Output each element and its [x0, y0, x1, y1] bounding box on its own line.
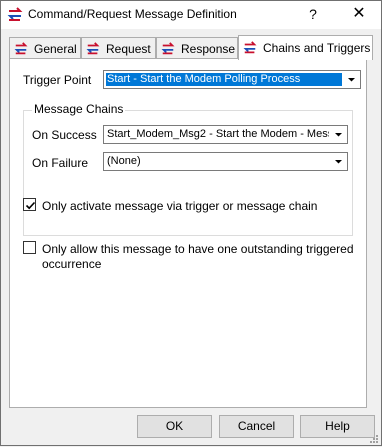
tab-panel: Trigger Point Start - Start the Modem Po…	[9, 58, 367, 408]
dialog-window: Command/Request Message Definition ? ✕ G…	[0, 0, 382, 446]
tab-chains-and-triggers[interactable]: Chains and Triggers	[238, 35, 373, 60]
title-bar[interactable]: Command/Request Message Definition ? ✕	[1, 1, 381, 29]
on-success-label: On Success	[32, 128, 97, 142]
tab-strip: General Request Response Chains and Trig…	[9, 35, 373, 60]
one-outstanding-label[interactable]: Only allow this message to have one outs…	[42, 242, 354, 256]
close-button[interactable]: ✕	[337, 1, 381, 29]
resize-grip-icon[interactable]	[369, 433, 379, 443]
button-bar: OK Cancel Help	[1, 409, 381, 445]
tab-label: Chains and Triggers	[263, 41, 371, 55]
message-icon	[161, 42, 175, 56]
tab-general[interactable]: General	[9, 37, 81, 59]
chevron-down-icon[interactable]	[331, 154, 346, 169]
on-failure-label: On Failure	[32, 156, 89, 170]
tab-response[interactable]: Response	[156, 37, 238, 59]
on-success-value: Start_Modem_Msg2 - Start the Modem - Mes…	[107, 128, 329, 140]
trigger-point-select[interactable]: Start - Start the Modem Polling Process	[103, 70, 361, 89]
message-icon	[7, 7, 23, 23]
cancel-button[interactable]: Cancel	[219, 415, 294, 438]
help-title-button[interactable]: ?	[291, 1, 335, 29]
on-success-select[interactable]: Start_Modem_Msg2 - Start the Modem - Mes…	[103, 125, 348, 144]
tab-request[interactable]: Request	[81, 37, 156, 59]
tab-label: Request	[106, 42, 151, 56]
only-activate-label[interactable]: Only activate message via trigger or mes…	[42, 199, 317, 213]
on-failure-value: (None)	[107, 155, 141, 167]
trigger-point-label: Trigger Point	[23, 73, 92, 87]
chevron-down-icon[interactable]	[331, 127, 346, 142]
message-icon	[243, 41, 257, 55]
tab-label: General	[34, 42, 77, 56]
trigger-point-value: Start - Start the Modem Polling Process	[106, 73, 342, 86]
help-button[interactable]: Help	[300, 415, 375, 438]
ok-button[interactable]: OK	[137, 415, 212, 438]
on-failure-select[interactable]: (None)	[103, 152, 348, 171]
tab-label: Response	[181, 42, 236, 56]
message-icon	[14, 42, 28, 56]
one-outstanding-label-continued[interactable]: occurrence	[42, 257, 101, 271]
checkmark-icon	[25, 201, 36, 210]
window-title: Command/Request Message Definition	[28, 7, 237, 21]
message-icon	[86, 42, 100, 56]
one-outstanding-checkbox[interactable]	[23, 241, 36, 254]
chevron-down-icon[interactable]	[344, 72, 359, 87]
only-activate-checkbox[interactable]	[23, 198, 36, 211]
message-chains-title: Message Chains	[32, 102, 126, 116]
